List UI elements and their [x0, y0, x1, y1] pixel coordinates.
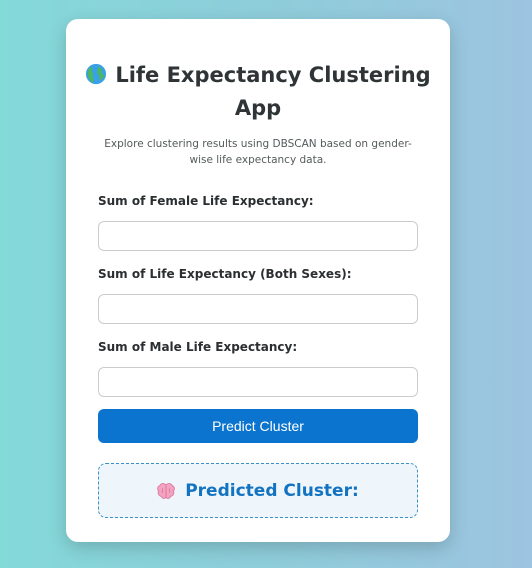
prediction-result-box: Predicted Cluster: [98, 463, 418, 518]
predict-cluster-button[interactable]: Predict Cluster [98, 409, 418, 443]
app-card: Life Expectancy Clustering App Explore c… [66, 19, 450, 542]
brain-icon [157, 482, 175, 499]
male-life-expectancy-label: Sum of Male Life Expectancy: [98, 340, 298, 354]
app-subtitle: Explore clustering results using DBSCAN … [104, 138, 412, 166]
female-life-expectancy-input[interactable] [98, 221, 418, 251]
predicted-cluster-label: Predicted Cluster: [185, 480, 359, 501]
both-sexes-life-expectancy-label: Sum of Life Expectancy (Both Sexes): [98, 267, 352, 281]
female-life-expectancy-label: Sum of Female Life Expectancy: [98, 194, 314, 208]
both-sexes-life-expectancy-input[interactable] [98, 294, 418, 324]
page-title: Life Expectancy Clustering App [66, 59, 450, 125]
globe-icon [86, 63, 107, 85]
app-title: Life Expectancy Clustering App [115, 63, 431, 120]
male-life-expectancy-input[interactable] [98, 367, 418, 397]
